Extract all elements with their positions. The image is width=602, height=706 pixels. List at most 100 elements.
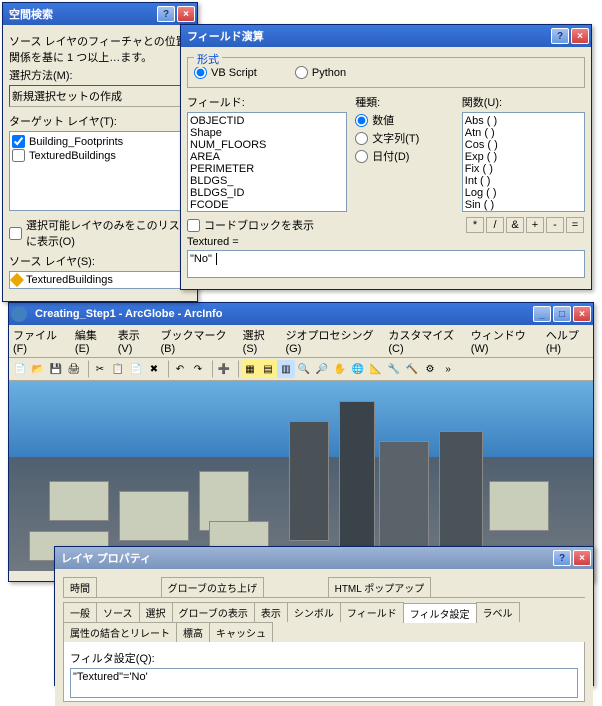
function-item[interactable]: Log ( ) — [465, 187, 582, 199]
function-item[interactable]: Atn ( ) — [465, 127, 582, 139]
close-button[interactable]: × — [571, 28, 589, 44]
tab[interactable]: 一般 — [63, 602, 97, 622]
tool-icon[interactable]: 🔍 — [295, 360, 313, 378]
tool-icon[interactable]: 🔨 — [403, 360, 421, 378]
vbscript-radio-row[interactable]: VB Script — [194, 66, 257, 79]
maximize-button[interactable]: □ — [553, 306, 571, 322]
filter-input[interactable]: "Textured"='No' — [70, 668, 578, 698]
type-str-radio[interactable] — [355, 132, 368, 145]
codeblock-checkbox-row[interactable]: コードブロックを表示 — [187, 217, 465, 233]
layer-checkbox[interactable] — [12, 149, 25, 162]
field-item[interactable]: Height — [190, 211, 344, 212]
menu-item[interactable]: ウィンドウ(W) — [471, 327, 536, 355]
tab[interactable]: HTML ポップアップ — [328, 577, 432, 597]
field-item[interactable]: NUM_FLOORS — [190, 139, 344, 151]
titlebar[interactable]: フィールド演算 ? × — [181, 25, 591, 47]
source-dropdown[interactable]: TexturedBuildings — [9, 271, 191, 289]
operator-button[interactable]: - — [546, 217, 564, 233]
functions-list[interactable]: Abs ( )Atn ( )Cos ( )Exp ( )Fix ( )Int (… — [462, 112, 585, 212]
tool-icon[interactable]: » — [439, 360, 457, 378]
selectable-only-checkbox[interactable] — [9, 227, 22, 240]
field-item[interactable]: OBJECTID — [190, 115, 344, 127]
paste-icon[interactable]: 📄 — [127, 360, 145, 378]
help-button[interactable]: ? — [157, 6, 175, 22]
menu-item[interactable]: ファイル(F) — [13, 327, 65, 355]
type-date-radio[interactable] — [355, 150, 368, 163]
field-item[interactable]: FCODE — [190, 199, 344, 211]
titlebar[interactable]: Creating_Step1 - ArcGlobe - ArcInfo _ □ … — [9, 303, 593, 325]
tab[interactable]: キャッシュ — [209, 622, 273, 642]
close-button[interactable]: × — [573, 550, 591, 566]
tab[interactable]: グローブの立ち上げ — [161, 577, 264, 597]
menu-item[interactable]: カスタマイズ(C) — [388, 327, 460, 355]
tab[interactable]: シンボル — [287, 602, 341, 622]
type-date-radio-row[interactable]: 日付(D) — [355, 148, 446, 164]
expression-input[interactable]: "No" — [187, 250, 585, 278]
tool-icon[interactable]: 🌐 — [349, 360, 367, 378]
operator-button[interactable]: & — [506, 217, 524, 233]
function-item[interactable]: Exp ( ) — [465, 151, 582, 163]
menu-item[interactable]: 選択(S) — [243, 327, 276, 355]
codeblock-checkbox[interactable] — [187, 219, 200, 232]
help-button[interactable]: ? — [553, 550, 571, 566]
tab[interactable]: フィールド — [340, 602, 404, 622]
selectable-only-checkbox-row[interactable]: 選択可能レイヤのみをこのリストに表示(O) — [9, 217, 191, 249]
menu-bar[interactable]: ファイル(F)編集(E)表示(V)ブックマーク(B)選択(S)ジオプロセシング(… — [9, 325, 593, 358]
toolbar[interactable]: 📄 📂 💾 🖨 ✂ 📋 📄 ✖ ↶ ↷ ➕ ▦ ▤ ▥ 🔍 🔎 ✋ 🌐 📐 🔧 … — [9, 358, 593, 381]
tool-icon[interactable]: 🔧 — [385, 360, 403, 378]
help-button[interactable]: ? — [551, 28, 569, 44]
tab[interactable]: ラベル — [476, 602, 520, 622]
tabs-row-2[interactable]: 一般ソース選択グローブの表示表示シンボルフィールドフィルタ設定ラベル属性の結合と… — [63, 602, 585, 642]
function-item[interactable]: Cos ( ) — [465, 139, 582, 151]
field-item[interactable]: PERIMETER — [190, 163, 344, 175]
operator-button[interactable]: + — [526, 217, 544, 233]
tool-icon[interactable]: ▤ — [259, 360, 277, 378]
field-item[interactable]: Shape — [190, 127, 344, 139]
function-item[interactable]: Sin ( ) — [465, 199, 582, 211]
type-num-radio-row[interactable]: 数値 — [355, 112, 446, 128]
function-item[interactable]: Abs ( ) — [465, 115, 582, 127]
minimize-button[interactable]: _ — [533, 306, 551, 322]
new-icon[interactable]: 📄 — [11, 360, 29, 378]
tab[interactable]: ソース — [96, 602, 140, 622]
field-item[interactable]: BLDGS_ — [190, 175, 344, 187]
save-icon[interactable]: 💾 — [47, 360, 65, 378]
tool-icon[interactable]: ✋ — [331, 360, 349, 378]
tab[interactable]: 表示 — [254, 602, 288, 622]
tool-icon[interactable]: 🔎 — [313, 360, 331, 378]
print-icon[interactable]: 🖨 — [65, 360, 83, 378]
menu-item[interactable]: ブックマーク(B) — [161, 327, 233, 355]
3d-viewport[interactable] — [9, 381, 593, 571]
python-radio-row[interactable]: Python — [295, 66, 346, 79]
tab[interactable]: グローブの表示 — [172, 602, 255, 622]
tab[interactable]: フィルタ設定 — [403, 603, 477, 623]
fields-list[interactable]: OBJECTIDShapeNUM_FLOORSAREAPERIMETERBLDG… — [187, 112, 347, 212]
menu-item[interactable]: ジオプロセシング(G) — [285, 327, 378, 355]
titlebar[interactable]: レイヤ プロパティ ? × — [55, 547, 593, 569]
close-button[interactable]: × — [573, 306, 591, 322]
operator-button[interactable]: * — [466, 217, 484, 233]
field-item[interactable]: AREA — [190, 151, 344, 163]
menu-item[interactable]: ヘルプ(H) — [546, 327, 589, 355]
target-layers-list[interactable]: Building_Footprints TexturedBuildings — [9, 131, 191, 211]
undo-icon[interactable]: ↶ — [171, 360, 189, 378]
tool-icon[interactable]: ▦ — [241, 360, 259, 378]
tab[interactable]: 標高 — [176, 622, 210, 642]
tool-icon[interactable]: ⚙ — [421, 360, 439, 378]
redo-icon[interactable]: ↷ — [189, 360, 207, 378]
layer-checkbox-row[interactable]: TexturedBuildings — [12, 149, 188, 162]
python-radio[interactable] — [295, 66, 308, 79]
vbscript-radio[interactable] — [194, 66, 207, 79]
titlebar[interactable]: 空間検索 ? × — [3, 3, 197, 25]
delete-icon[interactable]: ✖ — [145, 360, 163, 378]
layer-checkbox-row[interactable]: Building_Footprints — [12, 135, 188, 148]
layer-checkbox[interactable] — [12, 135, 25, 148]
field-item[interactable]: BLDGS_ID — [190, 187, 344, 199]
type-str-radio-row[interactable]: 文字列(T) — [355, 130, 446, 146]
tab[interactable]: 時間 — [63, 577, 97, 597]
function-item[interactable]: Int ( ) — [465, 175, 582, 187]
tab[interactable]: 選択 — [139, 602, 173, 622]
tabs-row-1[interactable]: 時間 グローブの立ち上げ HTML ポップアップ — [63, 577, 585, 598]
menu-item[interactable]: 編集(E) — [75, 327, 108, 355]
function-item[interactable]: Fix ( ) — [465, 163, 582, 175]
